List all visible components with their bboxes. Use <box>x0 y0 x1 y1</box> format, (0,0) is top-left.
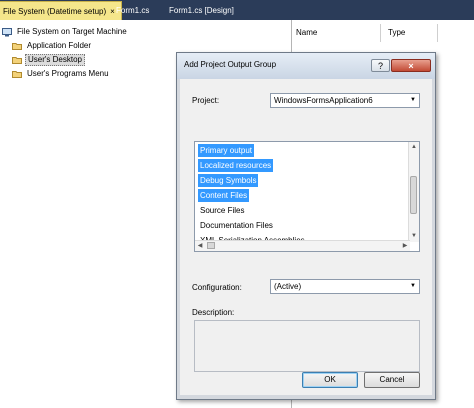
column-header-name[interactable]: Name <box>296 26 317 40</box>
folder-icon <box>12 42 22 50</box>
configuration-label: Configuration: <box>192 283 242 292</box>
list-item[interactable]: Debug Symbols <box>198 174 259 187</box>
vertical-scrollbar[interactable]: ▲ ▼ <box>408 142 419 242</box>
tab-file-system[interactable]: File System (Datetime setup) × <box>0 1 122 20</box>
list-item[interactable]: Primary output <box>198 144 255 157</box>
tab-form1-design[interactable]: Form1.cs [Design] <box>163 1 240 20</box>
document-tab-strip: File System (Datetime setup) × Form1.cs F… <box>0 0 474 20</box>
description-box <box>194 320 420 372</box>
folder-icon <box>12 70 22 78</box>
horizontal-scrollbar[interactable]: ◀ ▶ <box>195 240 410 251</box>
help-button[interactable]: ? <box>371 59 390 72</box>
close-icon: × <box>408 61 414 71</box>
scroll-thumb[interactable] <box>207 242 215 249</box>
scroll-up-icon[interactable]: ▲ <box>409 142 419 152</box>
list-item[interactable]: Source Files <box>198 204 246 217</box>
chevron-down-icon[interactable]: ▼ <box>408 95 418 106</box>
tree-item-users-desktop[interactable]: User's Desktop <box>12 54 85 66</box>
configuration-select-value: (Active) <box>274 282 302 291</box>
tree-item-users-programs-menu[interactable]: User's Programs Menu <box>12 68 111 80</box>
computer-icon <box>2 28 12 37</box>
dialog-title: Add Project Output Group <box>184 60 277 69</box>
tree-item-label: Application Folder <box>27 41 92 50</box>
tab-form1-cs[interactable]: Form1.cs <box>110 1 155 20</box>
column-header-type[interactable]: Type <box>388 26 405 40</box>
close-button[interactable]: × <box>391 59 431 72</box>
chevron-down-icon[interactable]: ▼ <box>408 281 418 292</box>
scroll-down-icon[interactable]: ▼ <box>409 231 419 241</box>
list-item[interactable]: Localized resources <box>198 159 274 172</box>
scroll-left-icon[interactable]: ◀ <box>195 241 205 251</box>
tree-root[interactable]: File System on Target Machine <box>2 26 129 38</box>
tab-form1-cs-label: Form1.cs <box>116 6 150 15</box>
dialog-title-bar[interactable]: Add Project Output Group ? × <box>177 53 435 79</box>
cancel-button[interactable]: Cancel <box>364 372 420 388</box>
project-select-value: WindowsFormsApplication6 <box>274 96 373 105</box>
tree-item-label: User's Programs Menu <box>27 69 109 78</box>
project-select[interactable]: WindowsFormsApplication6 ▼ <box>270 93 420 108</box>
list-item[interactable]: Content Files <box>198 189 250 202</box>
project-label: Project: <box>192 96 220 105</box>
help-icon: ? <box>377 61 383 71</box>
folder-icon <box>12 56 22 64</box>
scroll-thumb[interactable] <box>410 176 417 214</box>
tab-file-system-label: File System (Datetime setup) <box>3 7 107 16</box>
tree-item-application-folder[interactable]: Application Folder <box>12 40 93 52</box>
description-label: Description: <box>192 308 235 317</box>
list-item[interactable]: Documentation Files <box>198 219 275 232</box>
column-divider[interactable] <box>437 24 438 42</box>
tree-item-label: User's Desktop <box>25 54 85 66</box>
add-project-output-group-dialog: Add Project Output Group ? × Project: Wi… <box>176 52 436 400</box>
output-groups-list[interactable]: Primary output Localized resources Debug… <box>194 141 420 252</box>
tree-root-label: File System on Target Machine <box>17 27 127 36</box>
dialog-body: Project: WindowsFormsApplication6 ▼ Prim… <box>180 79 432 395</box>
ok-button[interactable]: OK <box>302 372 358 388</box>
tab-form1-design-label: Form1.cs [Design] <box>169 6 234 15</box>
scroll-right-icon[interactable]: ▶ <box>400 241 410 251</box>
column-divider[interactable] <box>380 24 381 42</box>
configuration-select[interactable]: (Active) ▼ <box>270 279 420 294</box>
